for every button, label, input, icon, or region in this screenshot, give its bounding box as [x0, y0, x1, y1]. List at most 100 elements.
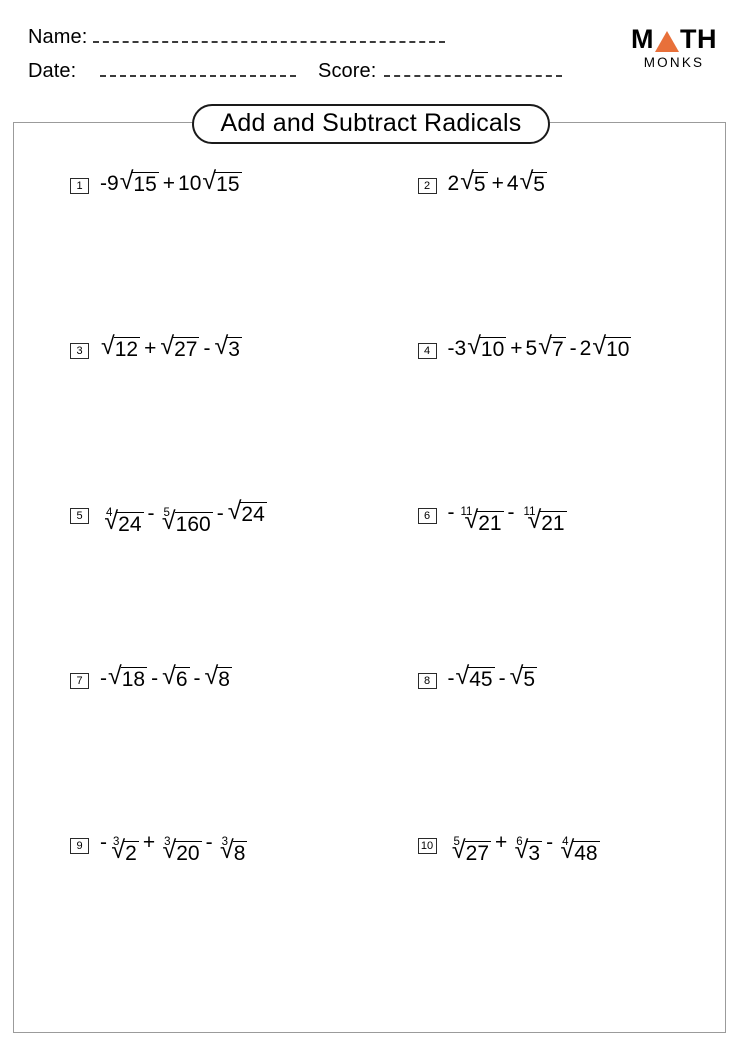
radicand: 3: [227, 337, 242, 361]
operator: -: [216, 502, 224, 525]
coefficient: -: [447, 667, 455, 690]
radical-sign-icon: √: [160, 332, 175, 360]
radicand: 24: [117, 512, 144, 536]
problem-4[interactable]: 4 -3 √ 10 +5 √ 7-2 √ 10: [370, 332, 727, 500]
name-input-line[interactable]: [93, 27, 446, 43]
coefficient: 4: [506, 172, 519, 195]
radicand: 27: [464, 841, 491, 865]
radical-term: √ 10: [592, 334, 632, 361]
radical-term: √ 15: [119, 167, 159, 196]
triangle-icon: [655, 31, 679, 52]
radical-term: 4 √ 48: [557, 836, 600, 865]
radicand: 160: [174, 512, 213, 536]
operator: -: [203, 337, 211, 360]
mathmonks-logo: M TH MONKS: [626, 24, 722, 71]
radical-term: √ 27: [160, 332, 200, 361]
radical-sign-icon: √: [509, 662, 524, 690]
radical-term: 11 √ 21: [519, 506, 567, 535]
radical-index: 11: [523, 506, 536, 518]
radical-term: √ 6: [162, 664, 190, 691]
radical-sign-icon: √: [119, 167, 134, 195]
radical-term: 11 √ 21: [456, 506, 504, 535]
coefficient: 2: [579, 337, 592, 360]
problem-8[interactable]: 8- √ 45- √ 5: [370, 662, 727, 830]
coefficient: -3: [447, 337, 467, 360]
operator: -: [193, 667, 201, 690]
date-label: Date:: [28, 60, 77, 82]
problem-expression: -11 √ 21-11 √ 21: [448, 500, 568, 535]
radical-term: 3 √ 2: [108, 836, 139, 865]
radical-term: √ 8: [204, 662, 232, 691]
radical-term: 6 √ 3: [511, 836, 543, 865]
radical-term: 3 √ 20: [159, 836, 202, 865]
radicand: 3: [527, 841, 543, 865]
radicand: 2: [124, 841, 139, 865]
problem-3[interactable]: 3 √ 12 + √ 27- √ 3: [13, 332, 370, 500]
radical-term: 5 √ 27: [449, 836, 491, 865]
problem-10[interactable]: 10 5 √ 27 +6 √ 3-4 √ 48: [370, 830, 727, 995]
problem-number-badge: 9: [70, 838, 89, 854]
problem-number-badge: 4: [417, 343, 437, 359]
radicand: 12: [113, 337, 141, 361]
logo-letters-th: TH: [680, 24, 717, 54]
radical-sign-icon: √: [202, 167, 217, 195]
radical-index: 3: [113, 836, 120, 848]
radicand: 21: [477, 511, 504, 535]
problem-expression: 4 √ 24-5 √ 160- √ 24: [100, 499, 268, 536]
radicand: 5: [522, 667, 538, 691]
radical-sign-icon: √: [204, 662, 219, 690]
date-input-line[interactable]: [100, 61, 297, 77]
radical-term: √ 5: [509, 662, 538, 691]
radical-term: √ 15: [202, 167, 242, 196]
problem-expression: -3 √ 10 +5 √ 7-2 √ 10: [447, 332, 633, 361]
operator: -: [498, 667, 506, 690]
operator: -: [147, 502, 155, 525]
operator: +: [144, 337, 157, 360]
radicand: 48: [573, 841, 600, 865]
problem-row: 9-3 √ 2 +3 √ 20-3 √ 8 10 5 √ 27 +6 √ 3-4 √ 48: [13, 830, 726, 995]
radicand: 5: [472, 172, 488, 196]
score-input-line[interactable]: [384, 61, 563, 77]
problem-6[interactable]: 6-11 √ 21-11 √ 21: [370, 500, 727, 665]
radical-term: 4 √ 24: [101, 507, 144, 536]
operator: -: [151, 667, 159, 690]
logo-letter-m: M: [631, 24, 654, 54]
radical-index: 4: [106, 507, 113, 519]
radicand: 21: [540, 511, 567, 535]
name-label: Name:: [28, 26, 88, 48]
radicand: 15: [132, 172, 159, 196]
coefficient: -9: [100, 172, 119, 195]
radical-sign-icon: √: [214, 332, 229, 360]
problem-9[interactable]: 9-3 √ 2 +3 √ 20-3 √ 8: [13, 830, 370, 995]
logo-subtitle: MONKS: [643, 55, 705, 70]
problem-expression: -3 √ 2 +3 √ 20-3 √ 8: [100, 830, 248, 865]
problem-7[interactable]: 7- √ 18- √ 6- √ 8: [13, 662, 370, 830]
radical-index: 6: [516, 836, 523, 848]
operator: +: [510, 337, 523, 360]
coefficient: -: [447, 501, 455, 524]
coefficient: -: [100, 831, 107, 854]
worksheet-header: Name: Date: Score: M TH MONKS: [0, 0, 742, 110]
operator: +: [142, 831, 156, 854]
radicand: 45: [468, 667, 495, 691]
radical-sign-icon: √: [519, 167, 534, 195]
radicand: 8: [232, 841, 248, 865]
operator: +: [491, 172, 504, 195]
radicand: 8: [217, 667, 232, 691]
radical-index: 3: [221, 836, 228, 848]
problem-expression: - √ 45- √ 5: [447, 662, 539, 691]
problem-1[interactable]: 1 -9 √ 15 +10 √ 15: [13, 167, 370, 335]
radical-sign-icon: √: [538, 332, 552, 360]
radical-index: 4: [562, 836, 569, 848]
operator: -: [507, 501, 515, 524]
radicand: 18: [120, 667, 148, 691]
radicand: 15: [215, 172, 242, 196]
problem-row: 3 √ 12 + √ 27- √ 3 4 -3 √ 10 +5 √ 7-2 √ 10: [13, 332, 727, 500]
problem-row: 5 4 √ 24-5 √ 160- √ 24 6-11 √ 21-11 √ 21: [13, 499, 727, 665]
coefficient: 10: [178, 172, 202, 195]
problem-2[interactable]: 2 2 √ 5 +4 √ 5: [370, 167, 727, 335]
problem-5[interactable]: 5 4 √ 24-5 √ 160- √ 24: [13, 499, 370, 665]
operator: -: [546, 831, 554, 854]
radicand: 20: [175, 841, 202, 865]
radical-term: √ 10: [467, 334, 507, 361]
